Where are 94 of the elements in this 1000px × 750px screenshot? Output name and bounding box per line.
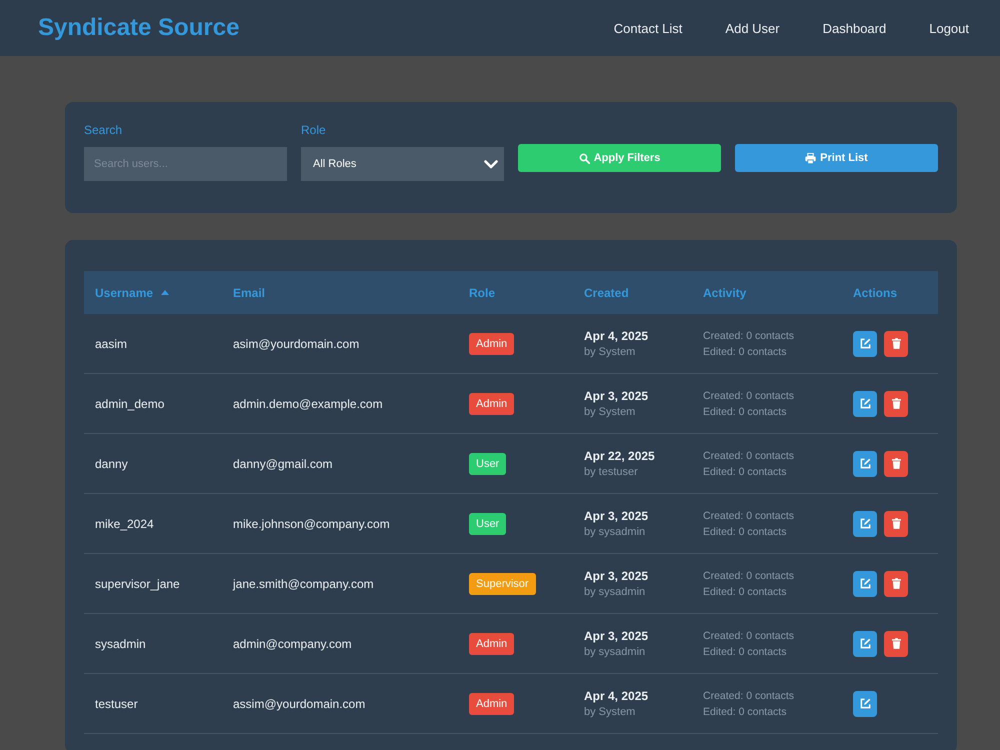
trash-icon [892,338,900,349]
app-title: Syndicate Source [38,14,240,42]
edit-icon [860,458,870,469]
created-date: Apr 22, 2025 [584,449,655,463]
activity-text: Created: 0 contacts [703,388,794,404]
created-by-text: by System [584,406,636,418]
activity-text: Edited: 0 contacts [703,644,786,660]
activity-text: Created: 0 contacts [703,568,794,584]
created-date: Apr 3, 2025 [584,569,648,583]
edit-icon [860,338,870,349]
activity-text: Created: 0 contacts [703,688,794,704]
activity-text: Created: 0 contacts [703,508,794,524]
trash-icon [892,398,900,409]
username-text: admin_demo [95,396,164,410]
username-text: sysadmin [95,636,146,650]
created-date: Apr 3, 2025 [584,389,648,403]
username-text: mike_2024 [95,516,154,530]
email-text: assim@yourdomain.com [233,696,366,710]
role-tag: Admin [469,632,514,654]
activity-text: Edited: 0 contacts [703,344,786,360]
activity-text: Edited: 0 contacts [703,584,786,600]
email-text: danny@gmail.com [233,456,333,470]
column-header[interactable]: Email [233,286,266,300]
apply-filters-button[interactable]: Apply Filters [518,144,721,172]
edit-button[interactable] [853,390,877,416]
nav-link[interactable]: Contact List [614,20,682,36]
edit-icon [860,638,870,649]
created-by-text: by sysadmin [584,526,646,538]
activity-text: Created: 0 contacts [703,328,794,344]
nav-link[interactable]: Logout [929,20,969,36]
username-text: testuser [95,696,138,710]
delete-button[interactable] [884,630,908,656]
edit-button[interactable] [853,510,877,536]
activity-text: Edited: 0 contacts [703,404,786,420]
search-icon [578,152,590,164]
created-date: Apr 4, 2025 [584,689,648,703]
activity-text: Edited: 0 contacts [703,524,786,540]
created-by-text: by sysadmin [584,586,646,598]
edit-button[interactable] [853,330,877,356]
nav-link[interactable]: Dashboard [822,20,886,36]
column-header[interactable]: Created [584,286,629,300]
created-by-text: by System [584,346,636,358]
trash-icon [892,458,900,469]
column-header[interactable]: Role [469,286,496,300]
role-tag: Admin [469,692,514,714]
edit-button[interactable] [853,690,877,716]
printer-icon [805,152,816,164]
delete-button[interactable] [884,450,908,476]
delete-button[interactable] [884,570,908,596]
created-by-text: by System [584,706,636,718]
created-date: Apr 3, 2025 [584,629,648,643]
activity-text: Edited: 0 contacts [703,464,786,480]
edit-icon [860,578,870,589]
email-text: admin.demo@example.com [233,396,383,410]
created-by-text: by sysadmin [584,646,646,658]
role-tag: User [469,512,506,534]
email-text: asim@yourdomain.com [233,336,360,350]
username-text: danny [95,456,128,470]
email-text: admin@company.com [233,636,352,650]
nav-link[interactable]: Add User [725,20,780,36]
activity-text: Created: 0 contacts [703,448,794,464]
delete-button[interactable] [884,390,908,416]
username-text: aasim [95,336,128,350]
username-text: supervisor_jane [95,576,180,590]
created-date: Apr 4, 2025 [584,329,648,343]
trash-icon [892,578,900,589]
trash-icon [892,518,900,529]
field-label: Search [84,123,122,137]
delete-button[interactable] [884,330,908,356]
role-select[interactable]: All Roles [301,147,504,181]
print-button[interactable]: Print List [735,144,938,172]
edit-icon [860,698,870,709]
column-header[interactable]: Activity [703,286,746,300]
column-header[interactable]: Username [95,286,154,300]
chevron-down-icon [484,160,498,168]
role-tag: Admin [469,332,514,354]
trash-icon [892,638,900,649]
role-tag: Admin [469,392,514,414]
field-label: Role [301,123,326,137]
edit-button[interactable] [853,570,877,596]
created-date: Apr 3, 2025 [584,509,648,523]
activity-text: Edited: 0 contacts [703,704,786,720]
edit-button[interactable] [853,630,877,656]
edit-icon [860,398,870,409]
edit-button[interactable] [853,450,877,476]
created-by-text: by testuser [584,466,638,478]
delete-button[interactable] [884,510,908,536]
column-header[interactable]: Actions [853,286,898,300]
email-text: mike.johnson@company.com [233,516,390,530]
role-tag: Supervisor [469,572,536,594]
activity-text: Created: 0 contacts [703,628,794,644]
email-text: jane.smith@company.com [233,576,374,590]
role-tag: User [469,452,506,474]
edit-icon [860,518,870,529]
